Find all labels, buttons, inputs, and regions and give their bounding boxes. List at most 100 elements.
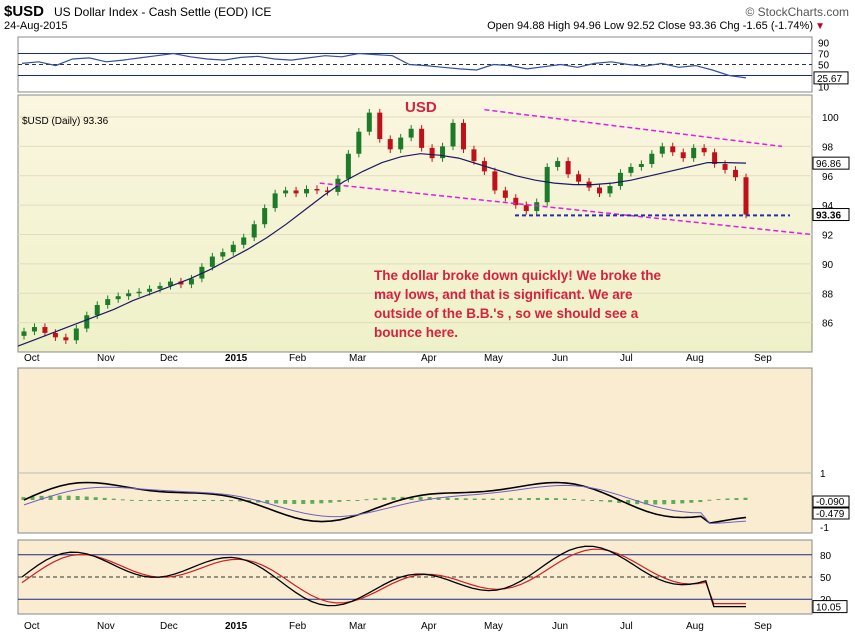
macd-histogram-bar <box>689 500 694 503</box>
macd-histogram-bar <box>202 500 206 501</box>
macd-histogram-bar <box>75 496 80 500</box>
candle-body <box>147 288 153 292</box>
macd-histogram-bar <box>490 498 495 500</box>
macd-histogram-bar <box>481 498 486 500</box>
macd-histogram-bar <box>355 500 360 501</box>
macd-histogram-bar <box>526 498 531 500</box>
x-axis-label: Sep <box>754 353 772 364</box>
x-axis-label-bottom: Mar <box>349 621 367 632</box>
macd-histogram-bar <box>274 500 279 504</box>
macd-histogram-bar <box>337 500 342 502</box>
x-axis-label-bottom: Oct <box>24 621 40 632</box>
x-axis-label-bottom: Sep <box>754 621 772 632</box>
macd-histogram-bar <box>454 498 459 500</box>
last-price-label: 93.36 <box>816 211 841 222</box>
x-axis-label-bottom: Nov <box>97 621 115 632</box>
x-axis-label-bottom: Aug <box>686 621 704 632</box>
candle-body <box>21 331 27 336</box>
candle-body <box>398 137 404 150</box>
macd-histogram-bar <box>93 497 98 500</box>
candle-body <box>126 293 132 297</box>
macd-histogram-bar <box>147 500 152 501</box>
macd-histogram-bar <box>57 495 62 500</box>
macd-histogram-bar <box>292 500 297 505</box>
macd-histogram-bar <box>283 500 288 504</box>
macd-histogram-bar <box>535 497 540 500</box>
macd-histogram-bar <box>743 497 748 500</box>
rsi-last-label: 25.67 <box>817 74 842 85</box>
macd-value-label: -0.090 <box>816 497 845 508</box>
x-axis-label: Feb <box>289 353 307 364</box>
candle-body <box>670 146 676 153</box>
macd-histogram-bar <box>111 498 116 500</box>
candle-body <box>617 172 623 187</box>
macd-tick-label: -1 <box>820 523 829 534</box>
candle-body <box>366 112 372 132</box>
x-axis-label-bottom: Feb <box>289 621 307 632</box>
price-tick-label: 86 <box>822 319 834 330</box>
usd-annotation: USD <box>405 99 437 116</box>
x-axis-label-bottom: Jun <box>552 621 568 632</box>
candle-body <box>84 315 90 329</box>
candle-body <box>555 161 561 167</box>
macd-histogram-bar <box>310 500 315 504</box>
macd-histogram-bar <box>590 500 595 501</box>
macd-histogram-bar <box>129 499 134 501</box>
stoch-tick-label: 50 <box>820 573 832 584</box>
candle-body <box>743 177 749 215</box>
candle-body <box>628 166 634 173</box>
candle-body <box>73 328 79 341</box>
x-axis-label-bottom: 2015 <box>225 621 248 632</box>
x-axis-label: May <box>484 353 503 364</box>
macd-histogram-bar <box>391 497 396 500</box>
macd-histogram-bar <box>165 500 170 501</box>
x-axis-label: Jun <box>552 353 568 364</box>
macd-histogram-bar <box>382 497 387 500</box>
macd-histogram-bar <box>563 498 567 500</box>
analyst-note: The dollar broke down quickly! We broke … <box>374 268 662 340</box>
macd-histogram-bar <box>608 500 613 503</box>
macd-histogram-bar <box>183 500 188 501</box>
candle-body <box>220 252 226 257</box>
candle-body <box>408 128 414 138</box>
x-axis-label: 2015 <box>225 353 248 364</box>
macd-histogram-bar <box>734 498 739 500</box>
macd-histogram-bar <box>220 500 225 501</box>
macd-histogram-bar <box>472 498 477 500</box>
candle-body <box>607 186 613 194</box>
candle-body <box>659 146 665 154</box>
candle-body <box>722 164 728 170</box>
macd-histogram-bar <box>102 497 107 500</box>
macd-histogram-bar <box>373 498 378 500</box>
candle-body <box>136 291 142 294</box>
candle-body <box>565 161 571 175</box>
macd-histogram-bar <box>581 499 586 501</box>
candle-body <box>157 285 163 289</box>
macd-histogram-bar <box>418 496 423 500</box>
x-axis-label: Nov <box>97 353 115 364</box>
x-axis-label-bottom: Dec <box>160 621 178 632</box>
price-tick-label: 96 <box>822 172 834 183</box>
candle-body <box>544 166 550 203</box>
macd-histogram-bar <box>517 498 522 500</box>
candle-body <box>115 296 121 300</box>
candle-body <box>94 305 100 316</box>
x-axis-label-bottom: Apr <box>421 621 437 632</box>
rsi-tick-label: 50 <box>818 61 830 72</box>
macd-histogram-bar <box>84 496 89 500</box>
signal-value-label: -0.479 <box>816 509 845 520</box>
x-axis-label-bottom: May <box>484 621 503 632</box>
macd-histogram-bar <box>319 500 324 504</box>
price-tick-label: 98 <box>822 142 834 153</box>
macd-histogram-bar <box>508 498 513 500</box>
macd-tick-label: 1 <box>820 469 826 480</box>
candle-body <box>419 128 425 148</box>
price-legend: $USD (Daily) 93.36 <box>22 116 109 127</box>
macd-histogram-bar <box>364 499 369 501</box>
x-axis-label: Mar <box>349 353 367 364</box>
candle-body <box>251 224 257 238</box>
stoch-last-label: 10.05 <box>816 603 841 614</box>
candle-body <box>576 174 582 182</box>
candle-body <box>304 188 310 194</box>
candle-body <box>31 327 37 332</box>
